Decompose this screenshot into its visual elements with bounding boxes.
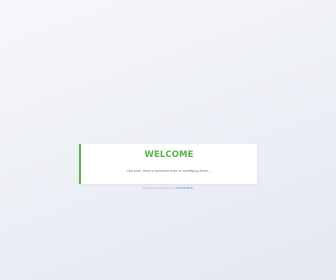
welcome-message: Not sure, there's someone from or modify… xyxy=(127,169,211,173)
welcome-card: WELCOME Not sure, there's someone from o… xyxy=(79,144,257,184)
welcome-title: WELCOME xyxy=(144,150,194,160)
footer: Powered and made by | PHOTOSITE xyxy=(0,186,336,190)
footer-link[interactable]: PHOTOSITE xyxy=(176,186,193,190)
footer-text: Powered and made by xyxy=(143,186,174,190)
